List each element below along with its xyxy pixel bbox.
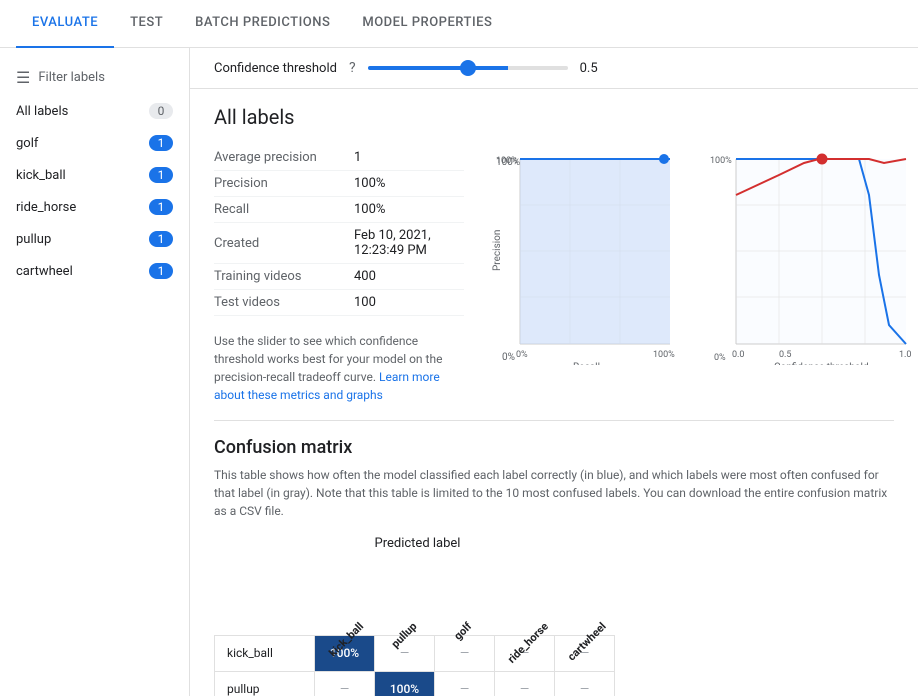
sidebar-item-ride-horse[interactable]: ride_horse 1 [0,191,189,223]
cm-col-kick-ball: kick_ball [315,555,375,635]
menu-icon: ☰ [16,68,30,87]
metric-key: Precision [214,171,354,197]
filter-labels-label: Filter labels [38,70,105,85]
metric-row: Recall 100% [214,197,464,223]
sidebar-item-badge: 1 [149,263,173,279]
cm-col-golf: golf [435,555,495,635]
metrics-row: Average precision 1 Precision 100% Recal… [214,145,894,404]
metric-key: Average precision [214,145,354,171]
cm-cell: 100% [375,671,435,696]
threshold-slider[interactable] [368,66,568,70]
metric-row: Training videos 400 [214,264,464,290]
sidebar-item-label: cartwheel [16,264,73,279]
svg-text:0%: 0% [714,353,726,363]
svg-text:100%: 100% [496,156,518,166]
svg-text:0%: 0% [516,350,528,360]
nav-model-props[interactable]: MODEL PROPERTIES [346,0,508,48]
metric-row: Precision 100% [214,171,464,197]
metric-row: Created Feb 10, 2021, 12:23:49 PM [214,223,464,264]
sidebar-item-cartwheel[interactable]: cartwheel 1 [0,255,189,287]
metric-value: 1 [354,145,464,171]
top-nav: EVALUATE TEST BATCH PREDICTIONS MODEL PR… [0,0,918,48]
threshold-value: 0.5 [580,61,598,76]
threshold-label: Confidence threshold [214,61,337,76]
sidebar-item-badge: 0 [149,103,173,119]
svg-text:Precision: Precision [492,230,503,271]
layout: ☰ Filter labels All labels 0 golf 1 kick… [0,48,918,696]
sidebar-item-label: All labels [16,104,68,119]
metric-row: Test videos 100 [214,290,464,316]
cm-cell: — [315,671,375,696]
sidebar-item-pullup[interactable]: pullup 1 [0,223,189,255]
predicted-label-header: Predicted label [375,536,461,551]
svg-text:Confidence threshold: Confidence threshold [774,361,869,365]
confusion-matrix-title: Confusion matrix [214,437,894,458]
cm-cell: — [435,635,495,671]
metric-key: Recall [214,197,354,223]
cm-cell: — [555,671,615,696]
metric-value: 100 [354,290,464,316]
sidebar-item-golf[interactable]: golf 1 [0,127,189,159]
help-text: Use the slider to see which confidence t… [214,332,464,404]
svg-text:1.0: 1.0 [899,350,912,360]
sidebar-item-badge: 1 [149,199,173,215]
svg-text:100%: 100% [710,156,732,166]
sidebar-item-all-labels[interactable]: All labels 0 [0,95,189,127]
svg-text:0%: 0% [502,352,515,363]
metric-key: Created [214,223,354,264]
threshold-help-icon[interactable]: ? [349,60,356,76]
confusion-matrix-table: Predicted label kick_ball [214,536,615,696]
section-title: All labels [214,105,894,129]
cm-row-pullup: pullup — 100% — — — [215,671,615,696]
metric-value: 400 [354,264,464,290]
confusion-matrix-section: Confusion matrix This table shows how of… [190,421,918,696]
metric-value: Feb 10, 2021, 12:23:49 PM [354,223,464,264]
sidebar-item-label: kick_ball [16,168,66,183]
charts-area: 100% 0% Precision [488,145,918,404]
sidebar-item-label: pullup [16,232,51,247]
svg-text:0.0: 0.0 [732,350,745,360]
svg-text:Recall: Recall [573,362,600,365]
threshold-bar: Confidence threshold ? 0.5 [190,48,918,89]
confusion-matrix-desc: This table shows how often the model cla… [214,466,894,520]
cm-row-label: kick_ball [215,635,315,671]
metric-key: Test videos [214,290,354,316]
cm-col-cartwheel: cartwheel [555,555,615,635]
sidebar-item-label: ride_horse [16,200,76,215]
filter-labels-row: ☰ Filter labels [0,60,189,95]
nav-evaluate[interactable]: EVALUATE [16,0,114,48]
sidebar-item-badge: 1 [149,167,173,183]
metric-value: 100% [354,171,464,197]
metrics-table: Average precision 1 Precision 100% Recal… [214,145,464,404]
main-content: Confidence threshold ? 0.5 All labels Av… [190,48,918,696]
sidebar-item-kick-ball[interactable]: kick_ball 1 [0,159,189,191]
cm-col-headers: kick_ball pullup golf [215,555,615,635]
cm-cell: — [435,671,495,696]
sidebar-item-label: golf [16,136,38,151]
metric-row: Average precision 1 [214,145,464,171]
nav-test[interactable]: TEST [114,0,179,48]
metric-key: Training videos [214,264,354,290]
cm-col-pullup: pullup [375,555,435,635]
svg-text:0.5: 0.5 [779,350,792,360]
cm-row-label: pullup [215,671,315,696]
all-labels-section: All labels Average precision 1 Precision [190,89,918,420]
cm-cell: — [495,671,555,696]
cm-row-kick-ball: kick_ball 100% — — — — [215,635,615,671]
nav-batch[interactable]: BATCH PREDICTIONS [179,0,346,48]
sidebar-item-badge: 1 [149,231,173,247]
svg-text:100%: 100% [653,350,675,360]
cm-header-row: Predicted label [215,536,615,555]
metric-value: 100% [354,197,464,223]
sidebar: ☰ Filter labels All labels 0 golf 1 kick… [0,48,190,696]
confidence-chart: 100% 0% [704,145,918,404]
precision-recall-chart: 100% 0% Precision [488,145,688,404]
sidebar-item-badge: 1 [149,135,173,151]
confusion-table-wrapper: Predicted label kick_ball [214,536,894,696]
cm-col-ride-horse: ride_horse [495,555,555,635]
